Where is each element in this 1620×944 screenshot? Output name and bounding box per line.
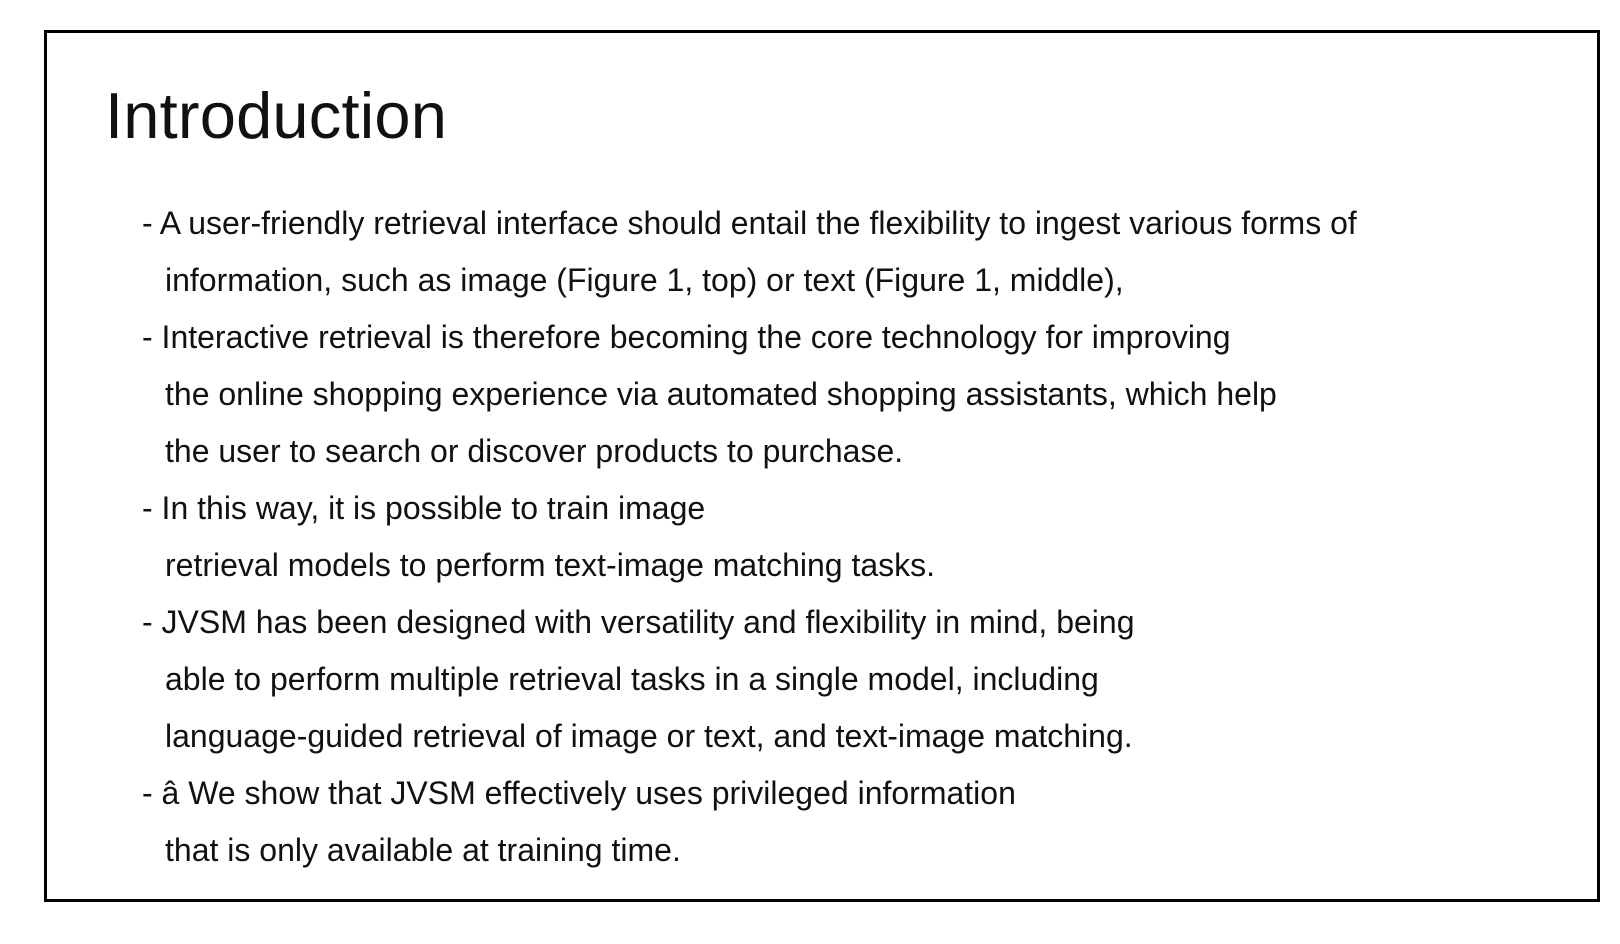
- bullet-item: - â We show that JVSM effectively uses…: [142, 765, 1357, 879]
- bullet-item: - A user-friendly retrieval interface sh…: [142, 195, 1357, 309]
- bullet-line: - â We show that JVSM effectively uses…: [142, 775, 1016, 811]
- bullet-line: information, such as image (Figure 1, to…: [165, 262, 1124, 298]
- slide-frame: Introduction - A user-friendly retrieval…: [44, 30, 1600, 902]
- bullet-line: the user to search or discover products …: [165, 433, 904, 469]
- bullet-item: - Interactive retrieval is therefore bec…: [142, 309, 1357, 480]
- bullet-item: - JVSM has been designed with versatilit…: [142, 594, 1357, 765]
- bullet-list: - A user-friendly retrieval interface sh…: [142, 195, 1357, 879]
- bullet-line: language-guided retrieval of image or te…: [165, 718, 1133, 754]
- bullet-line: - Interactive retrieval is therefore bec…: [142, 319, 1231, 355]
- bullet-line: retrieval models to perform text-image m…: [165, 547, 936, 583]
- bullet-line: - In this way, it is possible to train i…: [142, 490, 706, 526]
- bullet-line: - A user-friendly retrieval interface sh…: [142, 205, 1357, 241]
- bullet-line: that is only available at training time.: [165, 832, 681, 868]
- bullet-line: the online shopping experience via autom…: [165, 376, 1277, 412]
- slide-title: Introduction: [105, 79, 448, 152]
- bullet-line: able to perform multiple retrieval tasks…: [165, 661, 1099, 697]
- bullet-item: - In this way, it is possible to train i…: [142, 480, 1357, 594]
- bullet-line: - JVSM has been designed with versatilit…: [142, 604, 1135, 640]
